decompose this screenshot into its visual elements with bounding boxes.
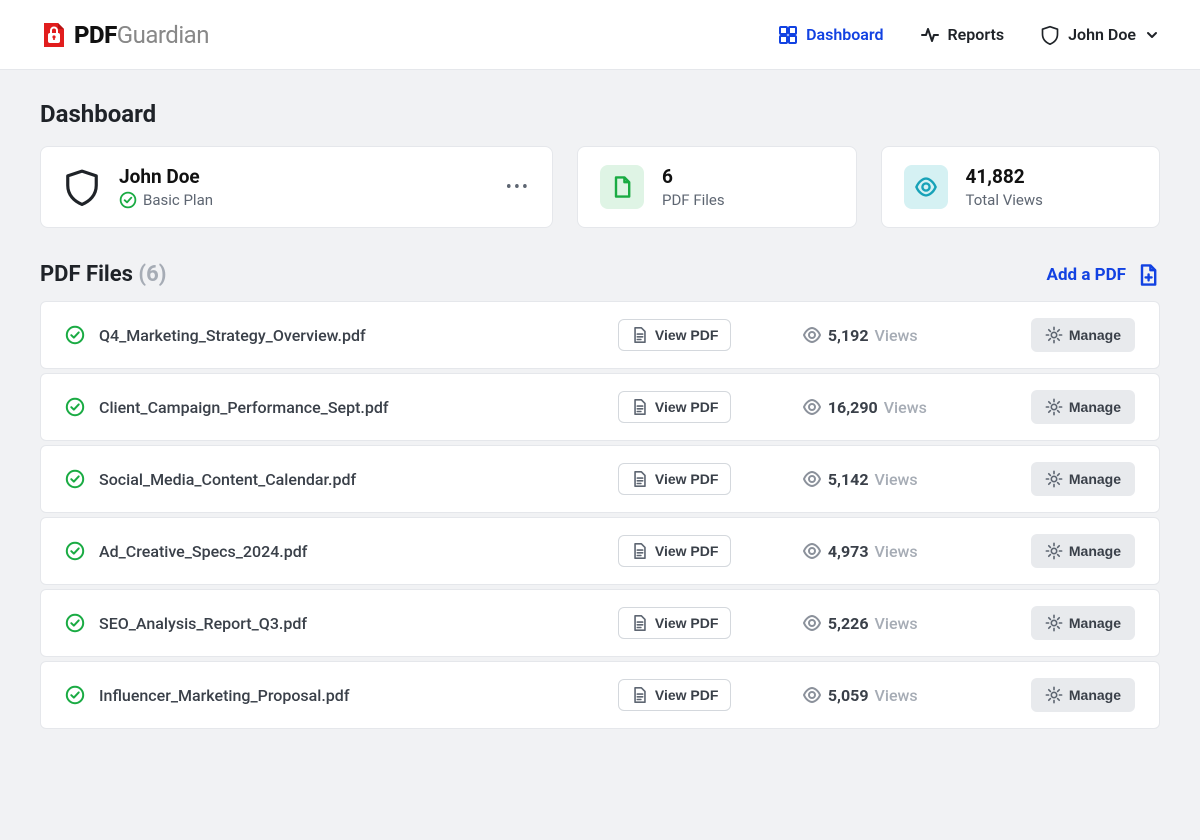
nav-user-menu[interactable]: John Doe <box>1040 25 1160 45</box>
view-pdf-button[interactable]: View PDF <box>618 391 732 423</box>
stat-views-value: 41,882 <box>966 165 1043 188</box>
activity-icon <box>920 25 940 45</box>
user-name: John Doe <box>119 165 213 188</box>
file-views: 5,059 Views <box>802 685 1017 705</box>
app-logo[interactable]: PDFGuardian <box>40 21 209 49</box>
file-name: Influencer_Marketing_Proposal.pdf <box>99 686 604 705</box>
file-name: Ad_Creative_Specs_2024.pdf <box>99 542 604 561</box>
gear-icon <box>1045 470 1063 488</box>
page-title: Dashboard <box>40 100 1160 128</box>
file-row: Influencer_Marketing_Proposal.pdf View P… <box>40 661 1160 729</box>
view-pdf-button[interactable]: View PDF <box>618 463 732 495</box>
eye-icon <box>904 165 948 209</box>
file-lines-icon <box>631 470 649 488</box>
check-circle-icon <box>65 685 85 705</box>
stat-files-label: PDF Files <box>662 191 725 209</box>
files-section-title: PDF Files (6) <box>40 262 166 287</box>
stat-files-card: 6 PDF Files <box>577 146 857 228</box>
grid-icon <box>778 25 798 45</box>
file-row: Client_Campaign_Performance_Sept.pdf Vie… <box>40 373 1160 441</box>
nav-dashboard-label: Dashboard <box>806 25 883 44</box>
logo-icon <box>40 21 68 49</box>
file-lines-icon <box>631 686 649 704</box>
logo-text: PDFGuardian <box>74 21 209 49</box>
file-name: SEO_Analysis_Report_Q3.pdf <box>99 614 604 633</box>
top-nav: PDFGuardian Dashboard Reports John Doe <box>0 0 1200 70</box>
check-circle-icon <box>65 613 85 633</box>
manage-button[interactable]: Manage <box>1031 678 1135 712</box>
gear-icon <box>1045 542 1063 560</box>
file-lines-icon <box>631 326 649 344</box>
check-circle-icon <box>65 541 85 561</box>
file-row: SEO_Analysis_Report_Q3.pdf View PDF 5,22… <box>40 589 1160 657</box>
file-lines-icon <box>631 398 649 416</box>
file-views: 16,290 Views <box>802 397 1017 417</box>
add-pdf-button[interactable]: Add a PDF <box>1047 263 1160 287</box>
file-row: Q4_Marketing_Strategy_Overview.pdf View … <box>40 301 1160 369</box>
file-lines-icon <box>631 614 649 632</box>
check-circle-icon <box>65 469 85 489</box>
file-name: Client_Campaign_Performance_Sept.pdf <box>99 398 604 417</box>
file-views: 5,142 Views <box>802 469 1017 489</box>
eye-icon <box>802 397 822 417</box>
user-card: John Doe Basic Plan ••• <box>40 146 553 228</box>
gear-icon <box>1045 398 1063 416</box>
stat-views-card: 41,882 Total Views <box>881 146 1161 228</box>
gear-icon <box>1045 614 1063 632</box>
chevron-down-icon <box>1144 27 1160 43</box>
eye-icon <box>802 325 822 345</box>
file-views: 4,973 Views <box>802 541 1017 561</box>
nav-dashboard[interactable]: Dashboard <box>778 25 883 45</box>
check-circle-icon <box>65 397 85 417</box>
nav-user-name: John Doe <box>1068 25 1136 44</box>
file-plus-icon <box>1136 263 1160 287</box>
main-content: Dashboard John Doe Basic Plan ••• 6 PDF … <box>0 70 1200 759</box>
file-views: 5,226 Views <box>802 613 1017 633</box>
eye-icon <box>802 541 822 561</box>
check-circle-icon <box>65 325 85 345</box>
file-lines-icon <box>631 542 649 560</box>
stats-row: John Doe Basic Plan ••• 6 PDF Files <box>40 146 1160 228</box>
user-card-more-button[interactable]: ••• <box>506 177 530 198</box>
file-row: Ad_Creative_Specs_2024.pdf View PDF 4,97… <box>40 517 1160 585</box>
stat-views-label: Total Views <box>966 191 1043 209</box>
file-icon <box>600 165 644 209</box>
user-plan: Basic Plan <box>119 191 213 209</box>
check-circle-icon <box>119 191 137 209</box>
eye-icon <box>802 685 822 705</box>
stat-files-value: 6 <box>662 165 725 188</box>
gear-icon <box>1045 326 1063 344</box>
nav-reports-label: Reports <box>948 25 1005 44</box>
manage-button[interactable]: Manage <box>1031 534 1135 568</box>
eye-icon <box>802 469 822 489</box>
file-views: 5,192 Views <box>802 325 1017 345</box>
file-name: Social_Media_Content_Calendar.pdf <box>99 470 604 489</box>
manage-button[interactable]: Manage <box>1031 390 1135 424</box>
view-pdf-button[interactable]: View PDF <box>618 607 732 639</box>
files-section-header: PDF Files (6) Add a PDF <box>40 262 1160 287</box>
view-pdf-button[interactable]: View PDF <box>618 535 732 567</box>
shield-icon <box>1040 25 1060 45</box>
file-name: Q4_Marketing_Strategy_Overview.pdf <box>99 326 604 345</box>
file-row: Social_Media_Content_Calendar.pdf View P… <box>40 445 1160 513</box>
view-pdf-button[interactable]: View PDF <box>618 679 732 711</box>
eye-icon <box>802 613 822 633</box>
manage-button[interactable]: Manage <box>1031 318 1135 352</box>
manage-button[interactable]: Manage <box>1031 462 1135 496</box>
shield-icon <box>63 168 101 206</box>
view-pdf-button[interactable]: View PDF <box>618 319 732 351</box>
gear-icon <box>1045 686 1063 704</box>
manage-button[interactable]: Manage <box>1031 606 1135 640</box>
file-list: Q4_Marketing_Strategy_Overview.pdf View … <box>40 301 1160 729</box>
nav-reports[interactable]: Reports <box>920 25 1005 45</box>
